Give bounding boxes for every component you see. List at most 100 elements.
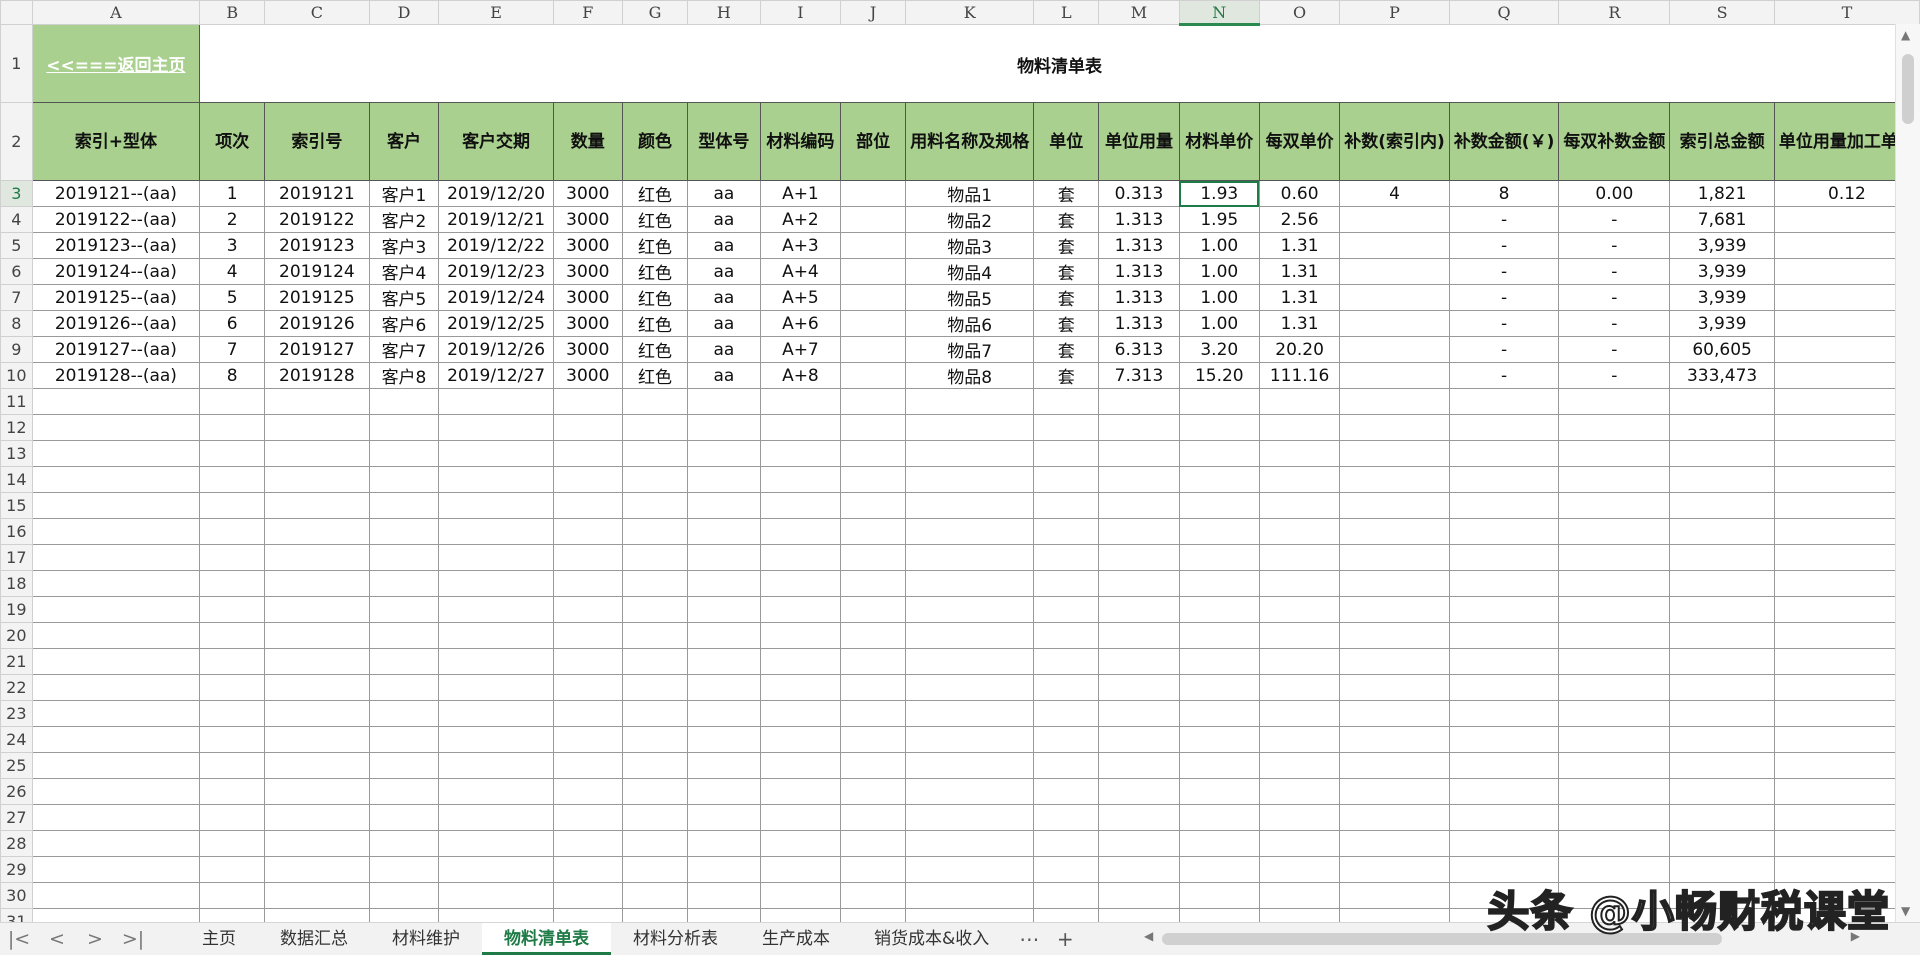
data-cell[interactable] [1033, 908, 1100, 922]
row-header[interactable]: 12 [0, 414, 33, 441]
data-cell[interactable] [1178, 882, 1260, 909]
data-cell[interactable] [759, 648, 842, 675]
data-cell[interactable] [840, 804, 907, 831]
column-title[interactable]: 数量 [552, 102, 623, 181]
data-cell[interactable] [368, 830, 440, 857]
data-cell[interactable] [905, 570, 1035, 597]
data-cell[interactable]: 2019126 [264, 310, 370, 337]
data-cell[interactable]: 物品7 [905, 336, 1035, 363]
data-cell[interactable] [438, 518, 554, 545]
data-cell[interactable] [687, 908, 761, 922]
data-cell[interactable] [621, 466, 689, 493]
data-cell[interactable]: 客户3 [368, 232, 440, 259]
data-cell[interactable] [759, 752, 842, 779]
data-cell[interactable] [264, 492, 370, 519]
data-cell[interactable] [552, 700, 623, 727]
data-cell[interactable] [1178, 674, 1260, 701]
data-cell[interactable] [840, 258, 907, 285]
data-cell[interactable]: 3000 [552, 206, 623, 233]
data-cell[interactable] [905, 830, 1035, 857]
data-cell[interactable] [905, 674, 1035, 701]
data-cell[interactable] [438, 882, 554, 909]
data-cell[interactable] [1669, 414, 1775, 441]
data-cell[interactable]: aa [687, 180, 761, 207]
data-cell[interactable]: - [1448, 206, 1560, 233]
data-cell[interactable] [1098, 622, 1180, 649]
data-cell[interactable]: 7.313 [1098, 362, 1180, 389]
data-cell[interactable] [1178, 492, 1260, 519]
data-cell[interactable] [840, 388, 907, 415]
data-cell[interactable]: 套 [1033, 258, 1100, 285]
data-cell[interactable]: 1.95 [1178, 206, 1260, 233]
data-cell[interactable]: 客户6 [368, 310, 440, 337]
data-cell[interactable]: 1.00 [1178, 232, 1260, 259]
data-cell[interactable] [840, 570, 907, 597]
row-header[interactable]: 8 [0, 310, 33, 337]
row-header[interactable]: 9 [0, 336, 33, 363]
data-cell[interactable] [759, 544, 842, 571]
data-cell[interactable] [1448, 752, 1560, 779]
sheet-tab[interactable]: 物料清单表 [482, 923, 611, 955]
data-cell[interactable] [840, 648, 907, 675]
data-cell[interactable] [199, 804, 266, 831]
data-cell[interactable] [1098, 466, 1180, 493]
data-cell[interactable] [1033, 596, 1100, 623]
column-header-t[interactable]: T [1773, 0, 1920, 25]
data-cell[interactable] [1033, 570, 1100, 597]
data-cell[interactable] [31, 804, 201, 831]
data-cell[interactable] [1178, 726, 1260, 753]
row-header[interactable]: 17 [0, 544, 33, 571]
data-cell[interactable] [1178, 440, 1260, 467]
data-cell[interactable] [1098, 674, 1180, 701]
data-cell[interactable]: - [1448, 336, 1560, 363]
data-cell[interactable] [1339, 882, 1450, 909]
data-cell[interactable] [759, 804, 842, 831]
data-cell[interactable] [621, 778, 689, 805]
data-cell[interactable] [368, 674, 440, 701]
data-cell[interactable]: 7,681 [1669, 206, 1775, 233]
data-cell[interactable] [1558, 804, 1671, 831]
data-cell[interactable] [1258, 466, 1341, 493]
data-cell[interactable] [840, 180, 907, 207]
data-cell[interactable]: 1.313 [1098, 310, 1180, 337]
data-cell[interactable]: 2019/12/27 [438, 362, 554, 389]
data-cell[interactable] [621, 908, 689, 922]
data-cell[interactable]: - [1448, 284, 1560, 311]
data-cell[interactable] [199, 492, 266, 519]
column-title[interactable]: 索引号 [264, 102, 370, 181]
data-cell[interactable]: 15.20 [1178, 362, 1260, 389]
data-cell[interactable] [1098, 570, 1180, 597]
data-cell[interactable] [552, 414, 623, 441]
data-cell[interactable] [552, 544, 623, 571]
data-cell[interactable]: 60,605 [1669, 336, 1775, 363]
data-cell[interactable]: 1 [199, 180, 266, 207]
data-cell[interactable] [1258, 544, 1341, 571]
data-cell[interactable] [1669, 778, 1775, 805]
data-cell[interactable]: 8 [1448, 180, 1560, 207]
data-cell[interactable]: 111.16 [1258, 362, 1341, 389]
data-cell[interactable] [31, 544, 201, 571]
data-cell[interactable] [1098, 414, 1180, 441]
data-cell[interactable] [1339, 622, 1450, 649]
data-cell[interactable] [438, 570, 554, 597]
data-cell[interactable] [438, 544, 554, 571]
data-cell[interactable] [199, 466, 266, 493]
data-cell[interactable] [1258, 908, 1341, 922]
data-cell[interactable] [1033, 544, 1100, 571]
data-cell[interactable] [1098, 804, 1180, 831]
data-cell[interactable] [1558, 440, 1671, 467]
data-cell[interactable] [552, 570, 623, 597]
data-cell[interactable]: 2019121 [264, 180, 370, 207]
data-cell[interactable] [438, 648, 554, 675]
data-cell[interactable] [1178, 648, 1260, 675]
data-cell[interactable] [1558, 674, 1671, 701]
data-cell[interactable] [552, 596, 623, 623]
data-cell[interactable] [264, 388, 370, 415]
data-cell[interactable] [552, 622, 623, 649]
data-cell[interactable] [759, 440, 842, 467]
data-cell[interactable] [1258, 830, 1341, 857]
column-title[interactable]: 每双单价 [1258, 102, 1341, 181]
data-cell[interactable] [1448, 674, 1560, 701]
data-cell[interactable] [552, 856, 623, 883]
data-cell[interactable]: 2019/12/21 [438, 206, 554, 233]
